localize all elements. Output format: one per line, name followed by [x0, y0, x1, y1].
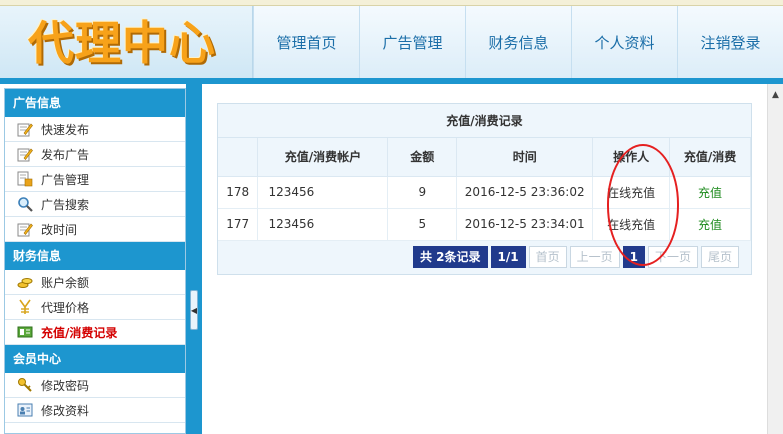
edit-icon — [17, 146, 33, 162]
search-icon — [17, 196, 33, 212]
records-panel: 充值/消费记录 充值/消费帐户 金额 时间 操作人 充值/消费 178 1234… — [217, 103, 752, 275]
pager-first-button[interactable]: 首页 — [528, 246, 567, 268]
key-icon — [17, 377, 33, 393]
coins-icon — [17, 274, 33, 290]
sidebar-item-ad-management[interactable]: 广告管理 — [5, 167, 185, 192]
sidebar-section-finance: 财务信息 — [5, 242, 185, 270]
cell-account: 123456 — [257, 176, 389, 209]
nav-ad-management[interactable]: 广告管理 — [359, 6, 465, 78]
sidebar-item-account-balance[interactable]: 账户余额 — [5, 270, 185, 295]
cell-type: 充值 — [669, 208, 751, 241]
sidebar-item-label: 代理价格 — [41, 300, 90, 315]
cell-account: 123456 — [257, 208, 389, 241]
cell-id: 178 — [218, 176, 259, 209]
sidebar-item-quick-publish[interactable]: 快速发布 — [5, 117, 185, 142]
sidebar-item-label: 发布广告 — [41, 147, 90, 162]
vertical-scrollbar[interactable]: ▲ — [767, 84, 783, 434]
pager-pages: 1/1 — [490, 246, 526, 268]
cell-time: 2016-12-5 23:36:02 — [456, 176, 594, 209]
records-table: 充值/消费帐户 金额 时间 操作人 充值/消费 178 123456 9 201… — [218, 138, 751, 241]
scroll-up-icon[interactable]: ▲ — [768, 88, 783, 102]
logo-area: 代理中心 — [0, 6, 253, 78]
edit-icon — [17, 221, 33, 237]
nav-finance[interactable]: 财务信息 — [465, 6, 571, 78]
sidebar-splitter — [186, 84, 202, 434]
sidebar-section-ads: 广告信息 — [5, 89, 185, 117]
column-header-id — [218, 138, 259, 177]
records-title: 充值/消费记录 — [218, 104, 751, 138]
profile-icon — [17, 402, 33, 418]
sidebar-item-agent-price[interactable]: 代理价格 — [5, 295, 185, 320]
pager-next-button[interactable]: 下一页 — [648, 246, 699, 268]
sidebar-item-label: 广告管理 — [41, 172, 90, 187]
sidebar-item-label: 快速发布 — [41, 122, 90, 137]
sidebar-item-edit-profile[interactable]: 修改资料 — [5, 398, 185, 423]
sidebar-item-label: 修改资料 — [41, 403, 90, 418]
sidebar-item-recharge-records[interactable]: 充值/消费记录 — [5, 320, 185, 345]
main-content: 充值/消费记录 充值/消费帐户 金额 时间 操作人 充值/消费 178 1234… — [202, 84, 767, 434]
column-header-type: 充值/消费 — [669, 138, 751, 177]
nav-home[interactable]: 管理首页 — [253, 6, 359, 78]
sidebar-item-change-password[interactable]: 修改密码 — [5, 373, 185, 398]
column-header-account: 充值/消费帐户 — [257, 138, 389, 177]
sidebar-item-label: 修改密码 — [41, 378, 90, 393]
pager-current-page[interactable]: 1 — [622, 246, 646, 268]
sidebar-item-change-time[interactable]: 改时间 — [5, 217, 185, 242]
table-row: 177 123456 5 2016-12-5 23:34:01 在线充值 充值 — [218, 208, 751, 241]
chevron-left-icon: ◀ — [190, 305, 198, 315]
nav-profile[interactable]: 个人资料 — [571, 6, 677, 78]
sidebar-item-publish-ad[interactable]: 发布广告 — [5, 142, 185, 167]
nav-logout[interactable]: 注销登录 — [677, 6, 783, 78]
sidebar-item-ad-search[interactable]: 广告搜索 — [5, 192, 185, 217]
table-header-row: 充值/消费帐户 金额 时间 操作人 充值/消费 — [218, 138, 751, 177]
pager-last-button[interactable]: 尾页 — [701, 246, 740, 268]
cell-operator: 在线充值 — [592, 208, 671, 241]
manage-icon — [17, 171, 33, 187]
pager-prev-button[interactable]: 上一页 — [569, 246, 620, 268]
sidebar: 广告信息 快速发布 发布广告 广告管理 广告搜索 改时间 财务信息 账户余额 代… — [4, 88, 186, 434]
cell-type: 充值 — [669, 176, 751, 209]
price-icon — [17, 299, 33, 315]
cell-amount: 5 — [387, 208, 458, 241]
cell-operator: 在线充值 — [592, 176, 671, 209]
sidebar-item-label: 改时间 — [41, 222, 78, 237]
header: 代理中心 管理首页 广告管理 财务信息 个人资料 注销登录 — [0, 0, 783, 84]
sidebar-item-label: 充值/消费记录 — [41, 325, 118, 340]
pagination: 共 2条记录 1/1 首页 上一页 1 下一页 尾页 — [413, 246, 740, 268]
pager-total: 共 2条记录 — [413, 246, 488, 268]
logo: 代理中心 — [28, 16, 216, 70]
cell-amount: 9 — [387, 176, 458, 209]
table-row: 178 123456 9 2016-12-5 23:36:02 在线充值 充值 — [218, 176, 751, 209]
top-nav: 管理首页 广告管理 财务信息 个人资料 注销登录 — [253, 6, 783, 78]
collapse-sidebar-handle[interactable]: ◀ — [190, 290, 198, 330]
sidebar-item-label: 广告搜索 — [41, 197, 90, 212]
cell-time: 2016-12-5 23:34:01 — [456, 208, 594, 241]
sidebar-item-label: 账户余额 — [41, 275, 90, 290]
sidebar-section-member: 会员中心 — [5, 345, 185, 373]
column-header-time: 时间 — [456, 138, 594, 177]
record-icon — [17, 324, 33, 340]
column-header-amount: 金额 — [387, 138, 458, 177]
column-header-operator: 操作人 — [592, 138, 671, 177]
cell-id: 177 — [218, 208, 259, 241]
edit-icon — [17, 121, 33, 137]
